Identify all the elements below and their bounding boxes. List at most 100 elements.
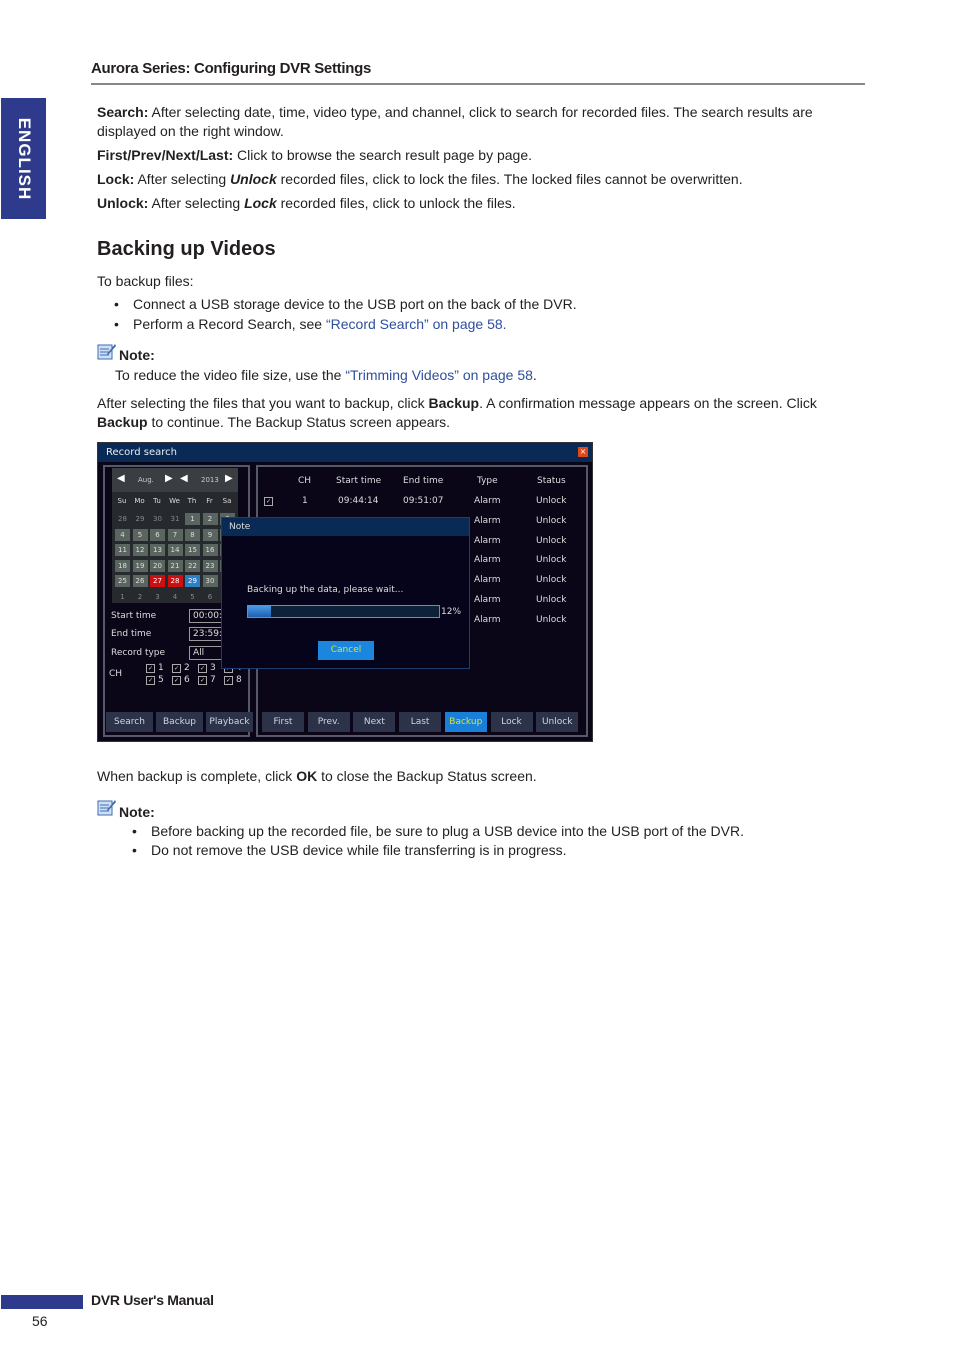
channel-number: 2 <box>184 663 190 673</box>
para-text: After selecting the files that you want … <box>97 395 429 411</box>
term: Unlock: <box>97 195 149 211</box>
channel-checkbox[interactable]: ✓ 6 <box>172 675 190 685</box>
note-text: To reduce the video file size, use the “… <box>115 366 875 385</box>
channel-number: 7 <box>210 675 216 685</box>
definition-unlock: Unlock: After selecting Lock recorded fi… <box>97 194 857 213</box>
last-button[interactable]: Last <box>399 712 442 732</box>
cell-type: Alarm <box>474 555 501 566</box>
note-heading: Note: <box>97 342 155 365</box>
para-text: When backup is complete, click <box>97 768 297 784</box>
channel-number: 1 <box>158 663 164 673</box>
prev-button[interactable]: Prev. <box>307 712 350 732</box>
prev-month-icon[interactable]: ◀ <box>117 473 125 484</box>
cell-status: Unlock <box>536 595 567 605</box>
backup-progress-bar <box>247 605 440 618</box>
column-header: CH <box>298 476 312 486</box>
header-divider <box>91 83 865 85</box>
channel-number: 5 <box>158 675 164 685</box>
definition-text: recorded files, click to lock the files.… <box>276 171 743 187</box>
cell-end: 09:51:07 <box>403 496 444 506</box>
bullet-dot: • <box>132 823 137 839</box>
definition-navigation: First/Prev/Next/Last: Click to browse th… <box>97 146 857 165</box>
dialog-message: Backing up the data, please wait... <box>247 585 404 595</box>
list-item-text: Do not remove the USB device while file … <box>151 842 567 858</box>
channel-checkbox[interactable]: ✓ 5 <box>146 675 164 685</box>
definition-text: Click to browse the search result page b… <box>233 147 532 163</box>
list-item-text: Perform a Record Search, see <box>133 316 326 332</box>
definition-lock: Lock: After selecting Unlock recorded fi… <box>97 170 857 189</box>
backup-button[interactable]: Backup <box>444 712 487 732</box>
note-label: Note: <box>119 347 155 363</box>
list-item: • Connect a USB storage device to the USB… <box>114 295 893 314</box>
complete-paragraph: When backup is complete, click OK to clo… <box>97 767 857 786</box>
para-bold: OK <box>296 768 318 784</box>
language-tab: ENGLISH <box>1 98 46 219</box>
checkbox-icon[interactable]: ✓ <box>224 676 233 685</box>
channel-checkbox[interactable]: ✓ 1 <box>146 663 164 673</box>
cell-type: Alarm <box>474 496 501 506</box>
channel-number: 8 <box>236 675 242 685</box>
checkbox-icon[interactable]: ✓ <box>172 664 181 673</box>
prev-year-icon[interactable]: ◀ <box>180 473 188 484</box>
progress-fill <box>248 606 271 617</box>
note-icon <box>97 344 116 360</box>
trimming-videos-link[interactable]: “Trimming Videos” on page 58 <box>345 367 533 383</box>
channel-number: 3 <box>210 663 216 673</box>
unlock-button[interactable]: Unlock <box>536 712 579 732</box>
term: First/Prev/Next/Last: <box>97 147 234 163</box>
channel-checkbox[interactable]: ✓ 8 <box>224 675 242 685</box>
term: Lock: <box>97 171 135 187</box>
cell-status: Unlock <box>536 535 567 546</box>
channel-checkbox[interactable]: ✓ 3 <box>198 663 216 673</box>
checkbox-icon[interactable]: ✓ <box>172 676 181 685</box>
cancel-button[interactable]: Cancel <box>318 641 374 660</box>
column-header: Status <box>537 476 566 486</box>
backup-progress-dialog: Note Backing up the data, please wait...… <box>221 517 470 669</box>
column-header: End time <box>403 476 444 486</box>
emphasis: Lock <box>244 195 277 211</box>
row-checkbox[interactable]: ✓ <box>264 496 276 506</box>
language-tab-label: ENGLISH <box>14 117 34 200</box>
list-item: • Perform a Record Search, see “Record Se… <box>114 315 893 334</box>
list-item-text: Before backing up the recorded file, be … <box>151 823 745 839</box>
cell-type: Alarm <box>474 614 501 625</box>
cell-status: Unlock <box>536 496 567 506</box>
column-header: Type <box>477 476 498 486</box>
end-time-label: End time <box>111 629 152 639</box>
backup-button[interactable]: Backup <box>156 712 203 732</box>
lock-button[interactable]: Lock <box>490 712 533 732</box>
footer-title: DVR User's Manual <box>91 1292 214 1308</box>
list-item-text: Connect a USB storage device to the USB … <box>133 296 577 312</box>
channel-label: CH <box>109 669 123 679</box>
cell-status: Unlock <box>536 515 567 526</box>
para-text: to close the Backup Status screen. <box>317 768 537 784</box>
search-button[interactable]: Search <box>106 712 153 732</box>
next-month-icon[interactable]: ▶ <box>165 473 173 484</box>
year-label: 2013 <box>201 476 219 484</box>
checkbox-icon[interactable]: ✓ <box>146 676 155 685</box>
para-bold: Backup <box>428 395 480 411</box>
note-heading: Note: <box>97 798 155 821</box>
bullet-dot: • <box>114 296 119 312</box>
calendar-header: ◀ Aug. ▶ ◀ 2013 ▶ <box>112 468 238 492</box>
dvr-record-search-screenshot: Record search × ◀ Aug. ▶ ◀ 2013 ▶ Su Mo Tu… <box>97 442 593 742</box>
table-row[interactable]: ✓ 1 09:44:14 09:51:07 Alarm Unlock <box>98 496 592 510</box>
record-search-link[interactable]: “Record Search” on page 58. <box>326 316 507 332</box>
channel-checkbox[interactable]: ✓ 2 <box>172 663 190 673</box>
next-button[interactable]: Next <box>353 712 396 732</box>
cell-ch: 1 <box>302 496 308 506</box>
checkbox-icon[interactable]: ✓ <box>146 664 155 673</box>
cell-status: Unlock <box>536 575 567 586</box>
definition-search: Search: After selecting date, time, vide… <box>97 103 857 141</box>
channel-checkbox[interactable]: ✓ 7 <box>198 675 216 685</box>
note-label: Note: <box>119 804 155 820</box>
first-button[interactable]: First <box>262 712 304 732</box>
close-icon[interactable]: × <box>578 447 588 457</box>
checkbox-icon[interactable]: ✓ <box>198 676 207 685</box>
checkbox-icon[interactable]: ✓ <box>198 664 207 673</box>
checkbox-icon[interactable]: ✓ <box>264 497 273 506</box>
definition-text: recorded files, click to unlock the file… <box>276 195 516 211</box>
cell-type: Alarm <box>474 535 501 546</box>
next-year-icon[interactable]: ▶ <box>225 473 233 484</box>
playback-button[interactable]: Playback <box>206 712 253 732</box>
